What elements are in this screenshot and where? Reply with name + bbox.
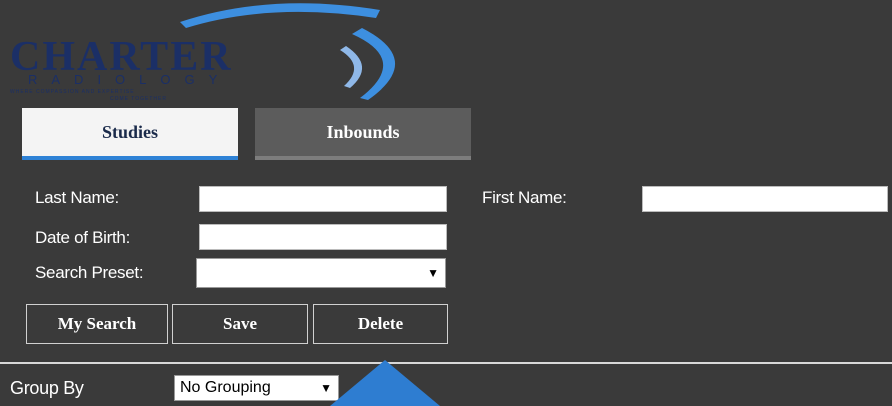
last-name-label: Last Name:: [35, 188, 119, 207]
group-by-value: No Grouping: [180, 379, 271, 396]
save-button[interactable]: Save: [172, 304, 308, 344]
pointer-arrow-icon: [330, 360, 440, 406]
search-preset-select[interactable]: ▼: [196, 258, 446, 288]
logo-tagline: WHERE COMPASSION AND EXPERTISE: [10, 89, 135, 95]
group-by-label: Group By: [10, 378, 84, 398]
tab-studies[interactable]: Studies: [22, 108, 238, 160]
section-divider: [0, 362, 892, 364]
last-name-input[interactable]: [199, 186, 447, 212]
group-by-select[interactable]: No Grouping ▼: [174, 375, 339, 401]
charter-radiology-logo: CHARTER RADIOLOGY WHERE COMPASSION AND E…: [10, 3, 396, 102]
my-search-button[interactable]: My Search: [26, 304, 168, 344]
first-name-label: First Name:: [482, 188, 567, 207]
logo-tagline-2: COME TOGETHER: [110, 96, 167, 102]
dob-label: Date of Birth:: [35, 228, 131, 247]
first-name-input[interactable]: [642, 186, 888, 212]
tab-inbounds[interactable]: Inbounds: [255, 108, 471, 160]
logo-sub: RADIOLOGY: [28, 72, 231, 87]
delete-button[interactable]: Delete: [313, 304, 448, 344]
dob-input[interactable]: [199, 224, 447, 250]
dropdown-arrow-icon: ▼: [427, 266, 439, 280]
search-preset-label: Search Preset:: [35, 263, 144, 282]
